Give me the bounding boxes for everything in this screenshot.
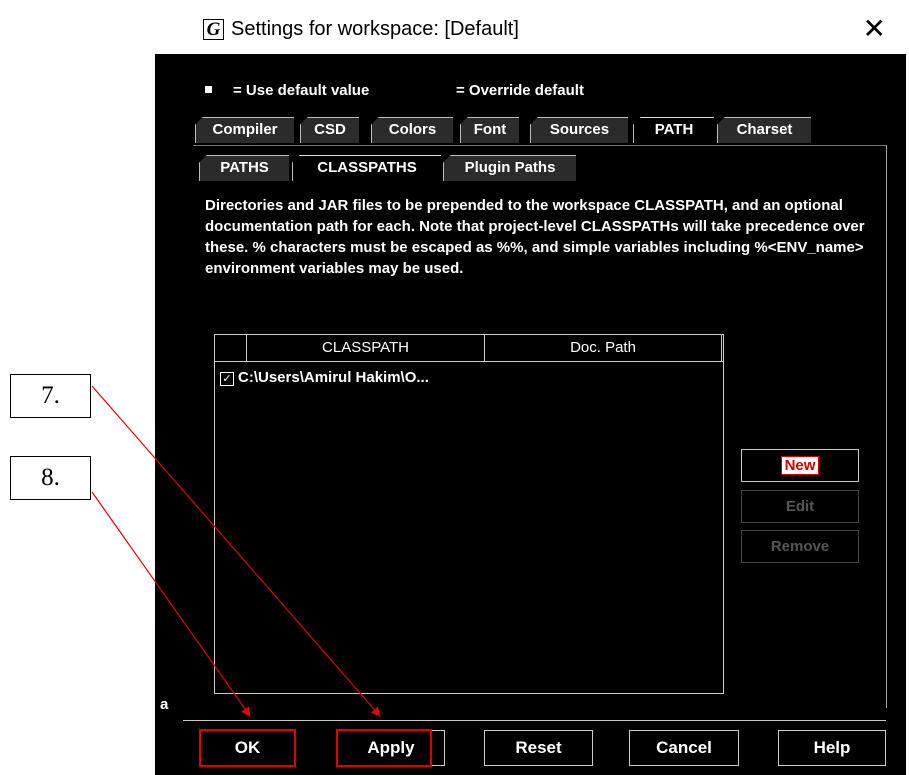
arrow-step-8	[91, 491, 251, 717]
annotation-arrows	[91, 385, 381, 717]
arrow-step-7	[91, 385, 381, 717]
